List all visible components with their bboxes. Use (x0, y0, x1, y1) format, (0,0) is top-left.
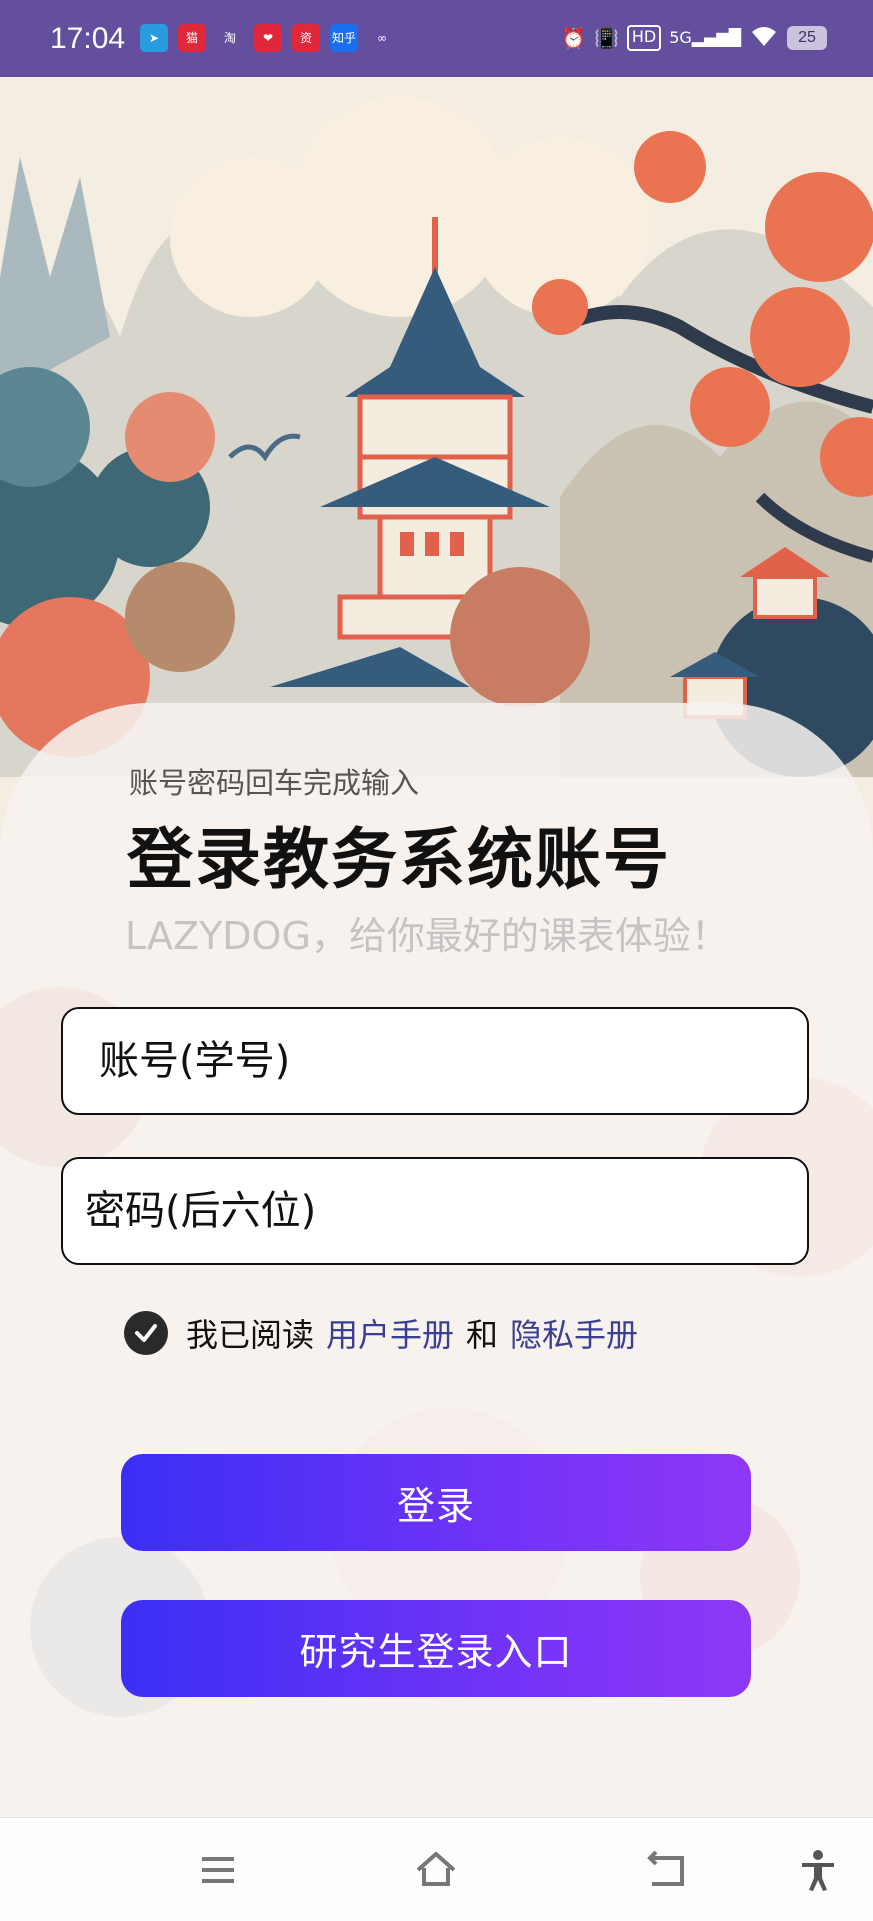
network-signal-icon: 5G▂▄▆█ (669, 28, 741, 47)
home-icon[interactable] (414, 1848, 458, 1892)
status-bar: 17:04 ➤ 猫淘 ❤ 资知乎 ∞ ⏰ 📳 HD 5G▂▄▆█ 25 (0, 0, 873, 77)
back-icon[interactable] (644, 1848, 688, 1892)
agree-prefix: 我已阅读 (186, 1316, 315, 1354)
user-manual-link[interactable]: 用户手册 (326, 1310, 454, 1356)
agree-and: 和 (466, 1316, 499, 1354)
tmall-icon: 猫 (178, 24, 206, 52)
login-button[interactable]: 登录 (121, 1454, 751, 1551)
agree-checkbox[interactable] (124, 1311, 168, 1355)
account-input[interactable] (63, 1009, 807, 1113)
zhihu-icon: 知乎 (330, 24, 358, 52)
password-input[interactable] (63, 1159, 807, 1263)
wifi-icon (749, 24, 779, 52)
status-time: 17:04 (50, 22, 126, 55)
app-link-icon: ∞ (368, 24, 396, 52)
page-title: 登录教务系统账号 (127, 821, 671, 898)
privacy-manual-link[interactable]: 隐私手册 (510, 1310, 638, 1356)
login-hint: 账号密码回车完成输入 (129, 766, 420, 800)
app-news-icon: 资 (292, 24, 320, 52)
password-field[interactable] (61, 1157, 809, 1265)
network-type: 5G (669, 28, 692, 47)
accessibility-icon[interactable] (796, 1848, 840, 1892)
taobao-icon: 淘 (216, 24, 244, 52)
navigation-bar (0, 1817, 873, 1921)
battery-indicator: 25 (787, 26, 827, 50)
agreement-row: 我已阅读 用户手册 和 隐私手册 (124, 1310, 638, 1356)
app-red-icon: ❤ (254, 24, 282, 52)
check-icon (135, 1324, 157, 1342)
account-field[interactable] (61, 1007, 809, 1115)
vibrate-icon: 📳 (593, 26, 619, 50)
system-icons: ⏰ 📳 HD 5G▂▄▆█ 25 (561, 24, 827, 52)
graduate-login-button[interactable]: 研究生登录入口 (121, 1600, 751, 1697)
hd-icon: HD (626, 25, 662, 51)
telegram-icon: ➤ (140, 24, 168, 52)
notification-icons: ➤ 猫淘 ❤ 资知乎 ∞ (140, 24, 396, 52)
alarm-icon: ⏰ (561, 26, 586, 50)
menu-icon[interactable] (196, 1848, 240, 1892)
slogan: LAZYDOG，给你最好的课表体验！ (125, 914, 729, 958)
